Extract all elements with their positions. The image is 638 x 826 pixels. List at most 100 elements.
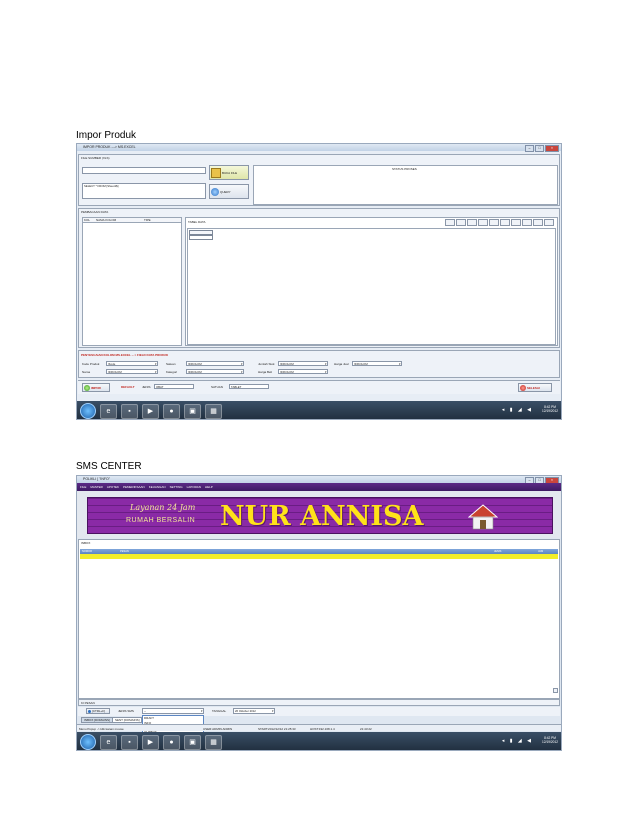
tray-icons[interactable]: ◂ ▮ ◢ ◀	[502, 407, 533, 413]
sms-title-bar: POLIKLI [ "INFO" – □ ×	[77, 476, 561, 484]
selesai-button[interactable]: SELESAI	[518, 383, 552, 392]
sms-taskbar-clock[interactable]: 8:42 PM 12/19/2012	[542, 736, 558, 744]
nav-edit-button[interactable]	[511, 219, 521, 226]
scroll-button[interactable]	[553, 688, 558, 693]
pembacaan-data-label: PEMBACAAN DATA	[81, 210, 109, 214]
nav-refresh-button[interactable]	[544, 219, 554, 226]
sms-window-controls: – □ ×	[525, 477, 559, 484]
menu-file[interactable]: FILE	[80, 485, 86, 489]
sms-ie-icon[interactable]: e	[100, 734, 117, 750]
nama-label: Nama	[82, 370, 91, 374]
sms-start-button[interactable]	[80, 734, 96, 750]
tabel-data-label: TABEL DATA	[188, 220, 206, 224]
grid-cell[interactable]	[189, 235, 213, 240]
query-button[interactable]: QUERY	[209, 184, 249, 199]
sms-tools-icon[interactable]: ▦	[205, 734, 222, 750]
sms-firefox-icon[interactable]: ●	[163, 734, 180, 750]
columns-list[interactable]: KOL NAMA KOLOM TIPE	[82, 217, 182, 346]
kode-produk-select[interactable]: [Kode	[106, 361, 158, 366]
caption-sms-center: SMS CENTER	[76, 461, 142, 472]
nav-last-button[interactable]	[478, 219, 488, 226]
nama-select[interactable]: [DIKOLOM	[106, 369, 158, 374]
kode-produk-label: Kode Produk	[82, 362, 100, 366]
sms-media-player-icon[interactable]: ▶	[142, 734, 159, 750]
jenis-input[interactable]: OBAT	[154, 384, 194, 389]
col-tipe: TIPE	[144, 218, 151, 222]
ctrl-f-button[interactable]: [CTRL+F]	[86, 708, 110, 714]
satuan-label: Satuan	[166, 362, 176, 366]
tools-icon[interactable]: ▦	[205, 403, 222, 419]
satuan-default-label: SATUAN	[211, 385, 223, 389]
tab-inbox[interactable]: INBOX [DOMAINS]	[81, 717, 113, 723]
inbox-list[interactable]	[80, 559, 558, 691]
nav-prev-button[interactable]	[456, 219, 466, 226]
nav-first-button[interactable]	[445, 219, 455, 226]
nav-save-button[interactable]	[522, 219, 532, 226]
satuan-select[interactable]: [DIKOLOM	[186, 361, 244, 366]
tanggal-select[interactable]: 26 Oktober 2012	[233, 708, 275, 714]
sms-status-bar: Menu Popup -> klik kanan mouse USER:ADMI…	[77, 724, 561, 731]
kategori-label: Kategori	[166, 370, 178, 374]
kirim-pesan-panel: KI PESAN	[78, 699, 560, 706]
jumlah-stok-select[interactable]: [DIKOLOM	[278, 361, 328, 366]
minimize-button[interactable]: –	[525, 145, 534, 152]
status-time: 21:43:22	[360, 726, 372, 731]
banner: Layanan 24 Jam RUMAH BERSALIN NUR ANNISA	[87, 497, 553, 534]
buka-file-label: BUKA FILE	[222, 170, 238, 175]
firefox-icon[interactable]: ●	[163, 403, 180, 419]
menu-apotek[interactable]: APOTEK	[107, 485, 119, 489]
action-bar: IMPOR DEFAULT JENIS OBAT SATUAN TABLET S…	[78, 380, 560, 394]
menu-setting[interactable]: SETTING	[170, 485, 183, 489]
menu-laporan[interactable]: LAPORAN	[187, 485, 201, 489]
jenis-label: JENIS	[142, 385, 151, 389]
mapping-title: PENYESUAIAN KOLOM MS.EXCEL -- > FIELD DA…	[81, 353, 169, 357]
sms-center-window: POLIKLI [ "INFO" – □ × FILE MASTER APOTE…	[76, 475, 562, 751]
harga-jual-label: Harga Jual	[334, 362, 349, 366]
sms-folder-icon[interactable]: ▪	[121, 734, 138, 750]
nav-cancel-button[interactable]	[533, 219, 543, 226]
satuan-default-input[interactable]: TABLET	[229, 384, 269, 389]
nav-next-button[interactable]	[467, 219, 477, 226]
title-bar: IMPOR PRODUK ---> MS.EXCEL – □ ×	[77, 144, 561, 152]
menu-help[interactable]: HELP	[205, 485, 213, 489]
sms-app-window-icon[interactable]: ▣	[184, 734, 201, 750]
app-window-icon[interactable]: ▣	[184, 403, 201, 419]
sms-tray-icons[interactable]: ◂ ▮ ◢ ◀	[502, 738, 533, 744]
impor-produk-window: IMPOR PRODUK ---> MS.EXCEL – □ × FILE SU…	[76, 143, 562, 420]
jenis-sms-select[interactable]: --	[142, 708, 204, 714]
media-player-icon[interactable]: ▶	[142, 403, 159, 419]
kategori-select[interactable]: [DIKOLOM	[186, 369, 244, 374]
tab-sent[interactable]: SENT [DOMAINS]	[112, 717, 143, 723]
selesai-label: SELESAI	[527, 385, 540, 390]
buka-file-button[interactable]: BUKA FILE	[209, 165, 249, 180]
nav-add-button[interactable]	[489, 219, 499, 226]
menu-keuangan[interactable]: KEUANGAN	[149, 485, 166, 489]
pembacaan-data-group: PEMBACAAN DATA KOL NAMA KOLOM TIPE TABEL…	[78, 208, 560, 348]
maximize-button[interactable]: □	[535, 145, 544, 152]
start-button[interactable]	[80, 403, 96, 419]
inbox-col-nomor: NOMOR	[82, 549, 92, 553]
folder-icon	[211, 167, 221, 178]
ie-icon[interactable]: e	[100, 403, 117, 419]
query-icon	[211, 187, 219, 196]
harga-beli-select[interactable]: [DIKOLOM	[278, 369, 328, 374]
file-path-input[interactable]	[82, 167, 206, 174]
harga-jual-select[interactable]: [DIKOLOM	[352, 361, 402, 366]
folder-taskbar-icon[interactable]: ▪	[121, 403, 138, 419]
nav-delete-button[interactable]	[500, 219, 510, 226]
inbox-panel: INBOX NOMOR PESAN JENIS JAM	[78, 539, 560, 699]
close-button[interactable]: ×	[545, 145, 559, 152]
check-icon	[84, 384, 90, 391]
impor-button[interactable]: IMPOR	[82, 383, 110, 392]
status-panel: STATUS PROSES	[253, 165, 558, 205]
sms-window-title: POLIKLI [ "INFO"	[83, 477, 110, 481]
select-query-input[interactable]: SELECT * FROM [Sheet1$]	[82, 183, 206, 199]
inbox-col-jenis: JENIS	[494, 549, 502, 553]
banner-subtitle: RUMAH BERSALIN	[126, 517, 196, 524]
menu-pemeriksaan[interactable]: PEMERIKSAAN	[123, 485, 145, 489]
columns-header: KOL NAMA KOLOM TIPE	[83, 218, 181, 223]
data-grid[interactable]	[187, 228, 556, 345]
taskbar-clock[interactable]: 8:42 PM 12/19/2012	[542, 405, 558, 413]
query-label: QUERY	[220, 189, 231, 194]
menu-master[interactable]: MASTER	[90, 485, 103, 489]
